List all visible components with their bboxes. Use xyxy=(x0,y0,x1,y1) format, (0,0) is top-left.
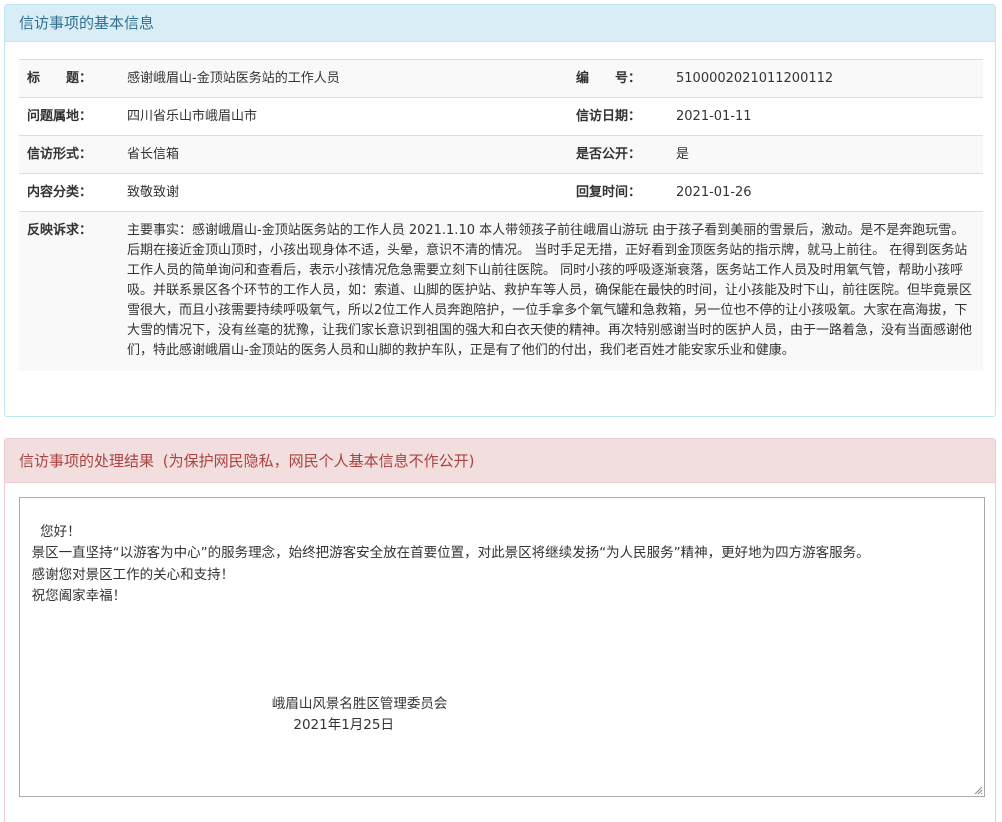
reply-textarea[interactable]: 您好！ 景区一直坚持“以游客为中心”的服务理念，始终把游客安全放在首要位置，对此… xyxy=(19,497,985,797)
petition-date-label: 信访日期： xyxy=(568,97,668,136)
basic-info-heading: 信访事项的基本信息 xyxy=(5,5,995,42)
privacy-note: (为保护网民隐私，网民个人基本信息不作公开) xyxy=(162,452,475,470)
location-value: 四川省乐山市峨眉山市 xyxy=(119,97,568,136)
number-value: 5100002021011200112 xyxy=(668,59,983,98)
petition-date-value: 2021-01-11 xyxy=(668,97,983,136)
info-row-category: 内容分类： 致敬致谢 回复时间： 2021-01-26 xyxy=(19,173,983,212)
info-row-title: 标 题： 感谢峨眉山-金顶站医务站的工作人员 编 号： 510000202101… xyxy=(19,59,983,98)
basic-info-table: 标 题： 感谢峨眉山-金顶站医务站的工作人员 编 号： 510000202101… xyxy=(19,59,983,371)
title-label: 标 题： xyxy=(19,59,119,98)
category-value: 致敬致谢 xyxy=(119,173,568,212)
result-heading-title: 信访事项的处理结果 xyxy=(19,452,155,470)
info-row-form: 信访形式： 省长信箱 是否公开： 是 xyxy=(19,135,983,174)
result-panel: 信访事项的处理结果 (为保护网民隐私，网民个人基本信息不作公开) 您好！ 景区一… xyxy=(4,438,996,822)
title-value: 感谢峨眉山-金顶站医务站的工作人员 xyxy=(119,59,568,98)
reply-time-value: 2021-01-26 xyxy=(668,173,983,212)
location-label: 问题属地： xyxy=(19,97,119,136)
result-heading: 信访事项的处理结果 (为保护网民隐私，网民个人基本信息不作公开) xyxy=(5,439,995,483)
info-row-location: 问题属地： 四川省乐山市峨眉山市 信访日期： 2021-01-11 xyxy=(19,97,983,136)
form-value: 省长信箱 xyxy=(119,135,568,174)
category-label: 内容分类： xyxy=(19,173,119,212)
complaint-text: 主要事实：感谢峨眉山-金顶站医务站的工作人员 2021.1.10 本人带领孩子前… xyxy=(119,211,983,371)
number-label: 编 号： xyxy=(568,59,668,98)
public-label: 是否公开： xyxy=(568,135,668,174)
public-value: 是 xyxy=(668,135,983,174)
resize-grip-icon[interactable] xyxy=(973,785,983,795)
complaint-label: 反映诉求： xyxy=(19,211,119,371)
reply-text: 您好！ 景区一直坚持“以游客为中心”的服务理念，始终把游客安全放在首要位置，对此… xyxy=(31,523,870,734)
reply-time-label: 回复时间： xyxy=(568,173,668,212)
info-row-complaint: 反映诉求： 主要事实：感谢峨眉山-金顶站医务站的工作人员 2021.1.10 本… xyxy=(19,211,983,371)
form-label: 信访形式： xyxy=(19,135,119,174)
basic-info-panel: 信访事项的基本信息 标 题： 感谢峨眉山-金顶站医务站的工作人员 编 号： 51… xyxy=(4,4,996,417)
